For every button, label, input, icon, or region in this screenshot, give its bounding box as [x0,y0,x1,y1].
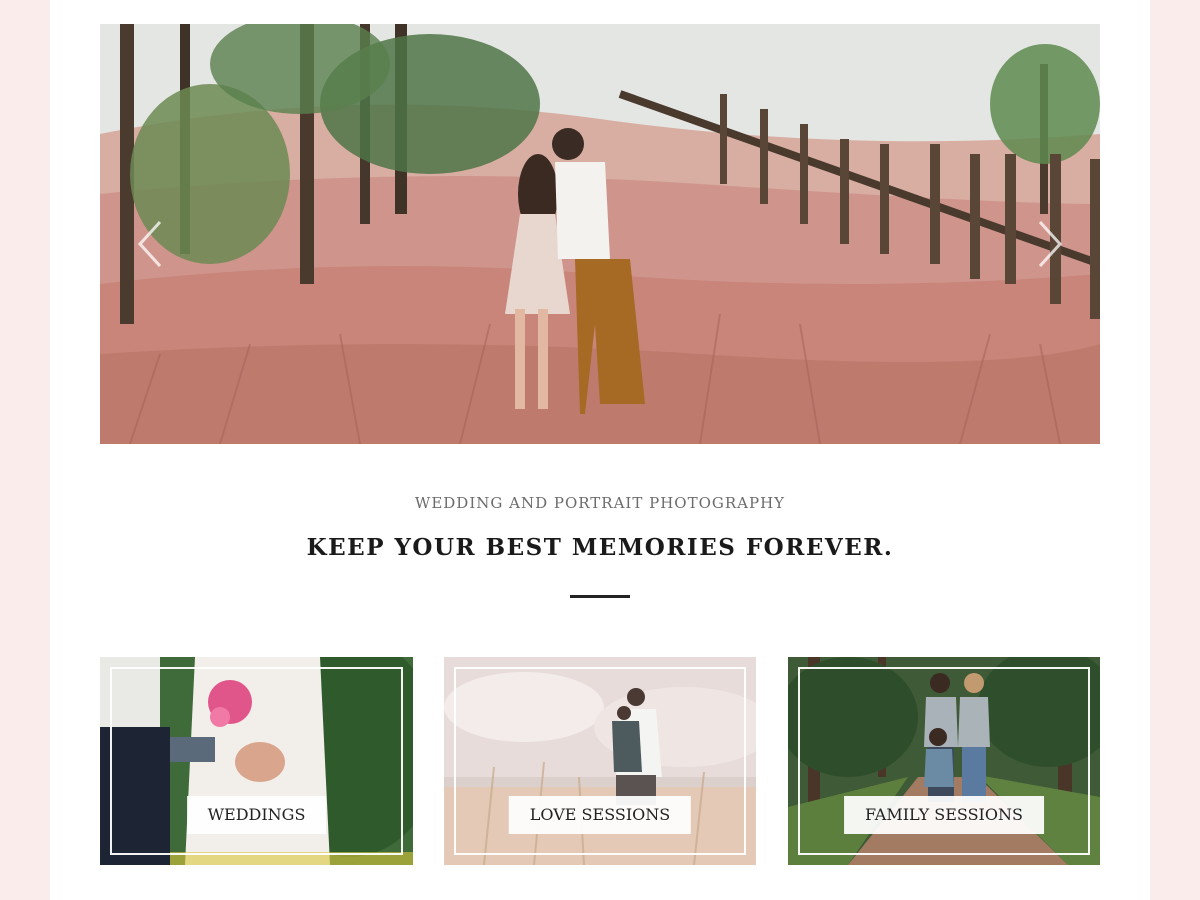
service-card-family-sessions[interactable]: FAMILY SESSIONS [788,657,1100,865]
tagline: WEDDING AND PORTRAIT PHOTOGRAPHY [414,494,786,512]
service-card-weddings[interactable]: WEDDINGS [100,657,413,865]
page-content: WEDDING AND PORTRAIT PHOTOGRAPHY KEEP YO… [50,0,1150,900]
slider-next-button[interactable] [1030,214,1070,274]
weddings-label: WEDDINGS [186,796,327,834]
hero-slider [100,24,1100,444]
family-sessions-label: FAMILY SESSIONS [844,796,1044,834]
page-headline: KEEP YOUR BEST MEMORIES FOREVER. [306,534,894,561]
slider-prev-button[interactable] [130,214,170,274]
chevron-left-icon [137,220,162,268]
love-sessions-label: LOVE SESSIONS [508,796,692,834]
hero-image [100,24,1100,444]
heading-divider [570,595,630,598]
chevron-right-icon [1038,220,1063,268]
service-card-love-sessions[interactable]: LOVE SESSIONS [444,657,756,865]
